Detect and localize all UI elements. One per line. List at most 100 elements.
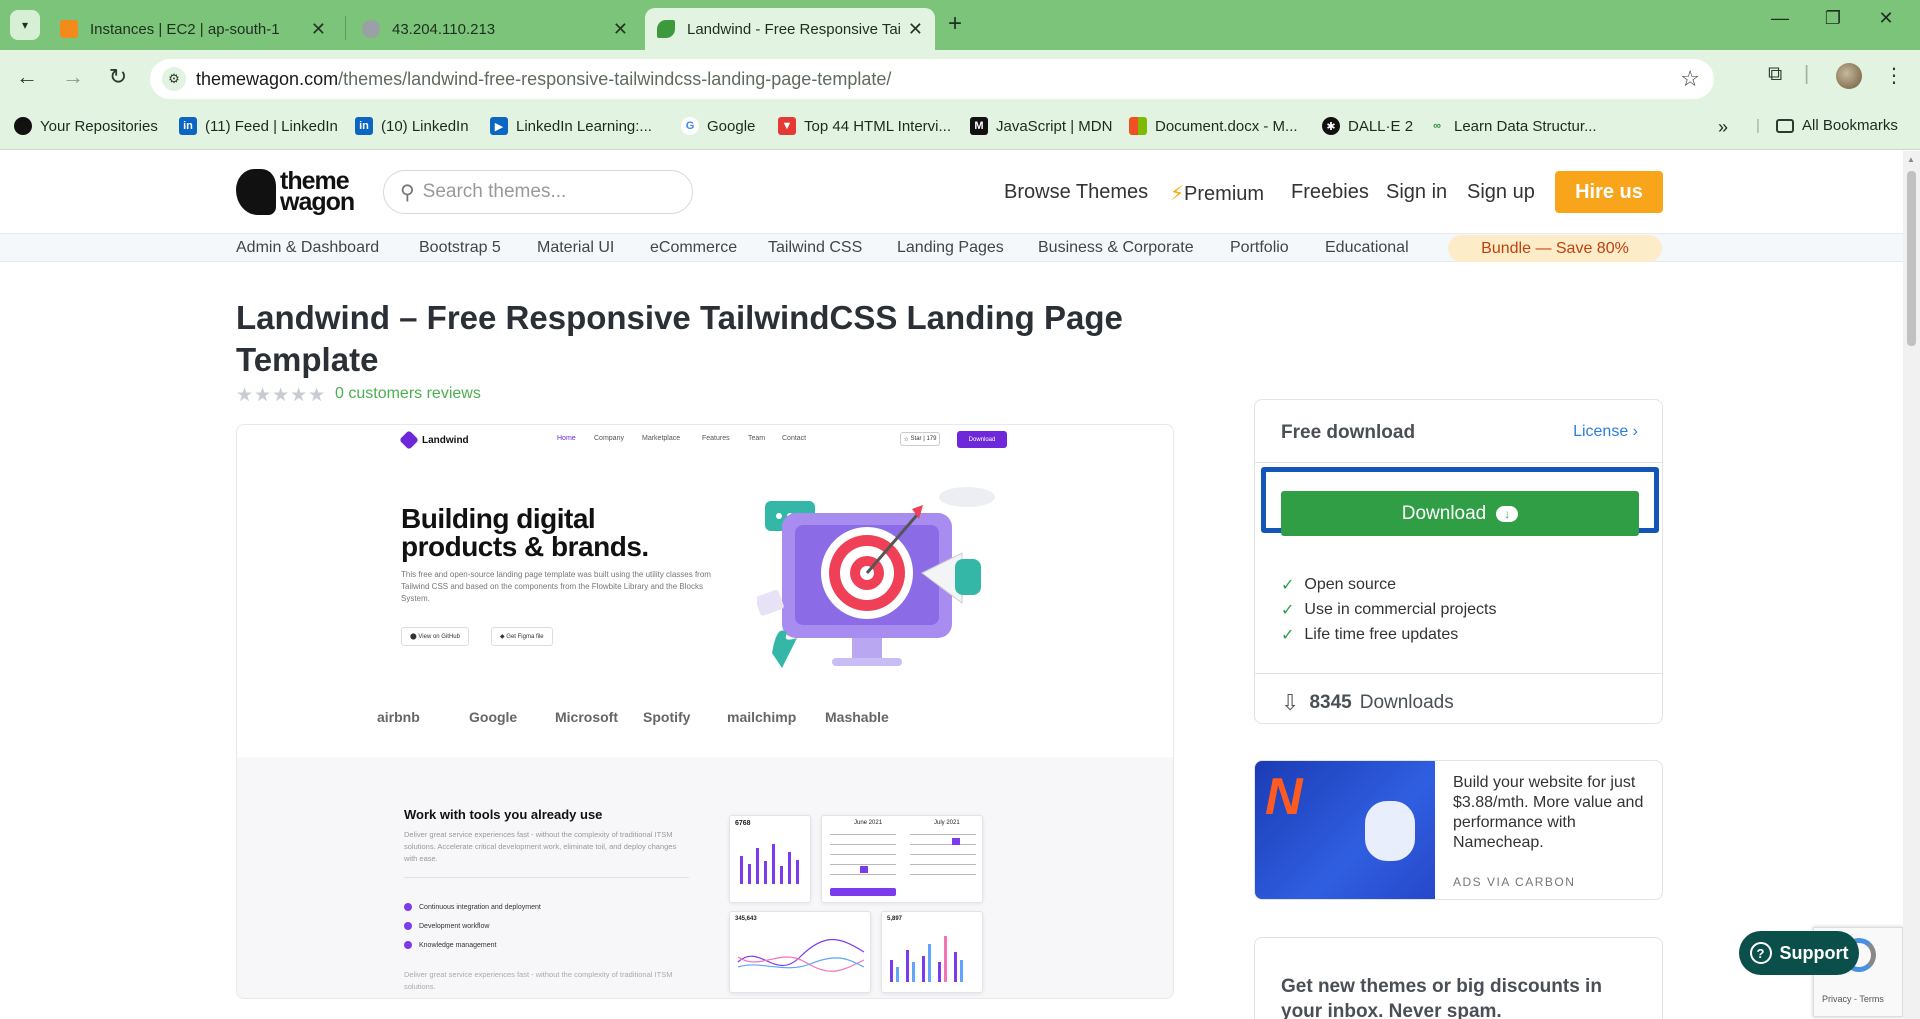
template-preview-image[interactable]: Landwind Home Company Marketplace Featur… xyxy=(236,424,1174,999)
aws-favicon-icon xyxy=(60,20,78,38)
check-dot-icon xyxy=(404,903,412,911)
url-text[interactable]: themewagon.com/themes/landwind-free-resp… xyxy=(196,69,891,90)
url-path: /themes/landwind-free-responsive-tailwin… xyxy=(338,69,892,89)
nav-premium[interactable]: ⚡Premium xyxy=(1170,181,1264,206)
preview-check-item: Development workflow xyxy=(404,922,489,930)
tab-landwind[interactable]: Landwind - Free Responsive Tail ✕ xyxy=(645,8,935,50)
close-tab-icon[interactable]: ✕ xyxy=(613,19,628,40)
category-landing-pages[interactable]: Landing Pages xyxy=(897,239,1004,257)
address-bar[interactable]: ⚙ themewagon.com/themes/landwind-free-re… xyxy=(150,59,1714,99)
search-input[interactable] xyxy=(422,181,663,203)
preview-section-body: Deliver great service experiences fast -… xyxy=(404,830,677,863)
bundle-badge[interactable]: Bundle — Save 80% xyxy=(1448,235,1662,262)
nav-browse-themes[interactable]: Browse Themes xyxy=(1004,181,1148,204)
restore-icon[interactable]: ❐ xyxy=(1813,8,1853,29)
category-admin[interactable]: Admin & Dashboard xyxy=(236,239,379,257)
tab-search-button[interactable]: ▾ xyxy=(10,10,40,40)
nav-freebies[interactable]: Freebies xyxy=(1291,181,1369,204)
page-scrollbar[interactable]: ▲ xyxy=(1903,151,1920,1019)
ad-text[interactable]: Build your website for just $3.88/mth. M… xyxy=(1453,773,1653,853)
back-icon[interactable]: ← xyxy=(12,64,42,90)
tab-title: Instances | EC2 | ap-south-1 xyxy=(90,20,280,38)
extensions-icon[interactable]: ⧉ xyxy=(1768,63,1782,86)
question-icon: ? xyxy=(1749,942,1772,964)
bookmark-label: (11) Feed | LinkedIn xyxy=(205,117,338,135)
ad-via-label[interactable]: ADS VIA CARBON xyxy=(1453,875,1575,889)
newsletter-heading: Get new themes or big discounts in your … xyxy=(1281,976,1602,1019)
preview-navbar: Landwind Home Company Marketplace Featur… xyxy=(237,425,1173,455)
feature-label: Life time free updates xyxy=(1304,626,1459,643)
bookmark-linkedin[interactable]: in (10) LinkedIn xyxy=(355,117,469,135)
more-bookmarks-chevron-icon[interactable]: » xyxy=(1718,117,1728,138)
close-window-icon[interactable]: ✕ xyxy=(1866,8,1906,29)
bookmark-label: Document.docx - M... xyxy=(1155,117,1298,135)
hire-us-button[interactable]: Hire us xyxy=(1555,171,1663,213)
site-search[interactable]: ⚲ xyxy=(383,170,693,214)
scroll-up-icon[interactable]: ▲ xyxy=(1907,155,1915,164)
check-dot-icon xyxy=(404,941,412,949)
bookmark-label: Your Repositories xyxy=(40,117,158,135)
tab-ip[interactable]: 43.204.110.213 ✕ xyxy=(350,8,640,50)
site-info-icon[interactable]: ⚙ xyxy=(162,67,186,91)
reload-icon[interactable]: ↻ xyxy=(103,64,133,90)
bookmark-data-structures[interactable]: ∞ Learn Data Structur... xyxy=(1428,117,1597,135)
tab-ec2[interactable]: Instances | EC2 | ap-south-1 ✕ xyxy=(48,8,338,50)
category-business[interactable]: Business & Corporate xyxy=(1038,239,1194,257)
themewagon-logo[interactable]: theme wagon xyxy=(236,169,355,216)
nav-sign-up[interactable]: Sign up xyxy=(1467,181,1535,204)
carbon-ad[interactable]: N Build your website for just $3.88/mth.… xyxy=(1254,760,1663,900)
minimize-icon[interactable]: — xyxy=(1760,8,1800,29)
bookmark-label: LinkedIn Learning:... xyxy=(516,117,652,135)
category-educational[interactable]: Educational xyxy=(1325,239,1409,257)
forward-icon[interactable]: → xyxy=(58,64,88,90)
preview-logo-google: Google xyxy=(469,709,518,725)
chevron-right-icon: › xyxy=(1632,423,1638,440)
support-button[interactable]: ? Support xyxy=(1739,931,1859,975)
namecheap-logo-icon: N xyxy=(1265,768,1303,826)
close-tab-icon[interactable]: ✕ xyxy=(311,19,326,40)
mdn-icon: M xyxy=(970,117,988,135)
bookmark-html-interview[interactable]: ▼ Top 44 HTML Intervi... xyxy=(778,117,951,135)
support-label: Support xyxy=(1779,942,1849,963)
bookmark-dalle[interactable]: ✱ DALL·E 2 xyxy=(1322,117,1413,135)
logo-line-2: wagon xyxy=(280,188,355,216)
license-link[interactable]: License › xyxy=(1573,423,1638,441)
category-portfolio[interactable]: Portfolio xyxy=(1230,239,1289,257)
browser-tab-strip: ▾ Instances | EC2 | ap-south-1 ✕ 43.204.… xyxy=(0,0,1920,50)
scrollbar-thumb[interactable] xyxy=(1907,171,1916,346)
bookmark-document[interactable]: Document.docx - M... xyxy=(1129,117,1298,135)
preview-mixed-bar-chart xyxy=(890,936,963,982)
preview-star-label: Star xyxy=(910,436,922,442)
linkedin-icon: in xyxy=(179,117,197,135)
bookmark-linkedin-learning[interactable]: ▶ LinkedIn Learning:... xyxy=(490,117,652,135)
reviews-link[interactable]: 0 customers reviews xyxy=(335,385,481,403)
category-bootstrap[interactable]: Bootstrap 5 xyxy=(419,239,501,257)
bookmark-mdn[interactable]: M JavaScript | MDN xyxy=(970,117,1112,135)
download-count-value: 8345 xyxy=(1309,692,1352,713)
target-illustration xyxy=(757,487,995,668)
namecheap-ad-image[interactable]: N xyxy=(1255,761,1435,899)
category-tailwind[interactable]: Tailwind CSS xyxy=(768,239,862,257)
bookmarks-divider: | xyxy=(1756,117,1760,134)
category-ecommerce[interactable]: eCommerce xyxy=(650,239,737,257)
profile-avatar[interactable] xyxy=(1836,63,1862,89)
chrome-menu-icon[interactable]: ⋮ xyxy=(1884,63,1904,88)
preview-check-item: Knowledge management xyxy=(404,941,496,949)
preview-features-section xyxy=(237,757,1173,998)
preview-mixed-card: 5,897 xyxy=(881,911,983,993)
bookmark-star-icon[interactable]: ☆ xyxy=(1680,66,1700,92)
close-tab-icon[interactable]: ✕ xyxy=(908,19,923,40)
new-tab-button[interactable]: + xyxy=(948,10,962,38)
bookmark-google[interactable]: G Google xyxy=(681,117,755,135)
download-button[interactable]: Download ↓ xyxy=(1281,491,1639,536)
bookmark-linkedin-feed[interactable]: in (11) Feed | LinkedIn xyxy=(179,117,338,135)
bookmark-github[interactable]: Your Repositories xyxy=(14,117,158,135)
recaptcha-links[interactable]: Privacy - Terms xyxy=(1822,994,1884,1004)
category-material-ui[interactable]: Material UI xyxy=(537,239,614,257)
all-bookmarks[interactable]: All Bookmarks xyxy=(1776,117,1898,134)
preview-divider xyxy=(404,877,689,878)
nav-sign-in[interactable]: Sign in xyxy=(1386,181,1447,204)
lightning-icon: ⚡ xyxy=(1170,183,1185,205)
preview-logo-spotify: Spotify xyxy=(643,709,691,725)
card-divider xyxy=(1255,462,1662,463)
